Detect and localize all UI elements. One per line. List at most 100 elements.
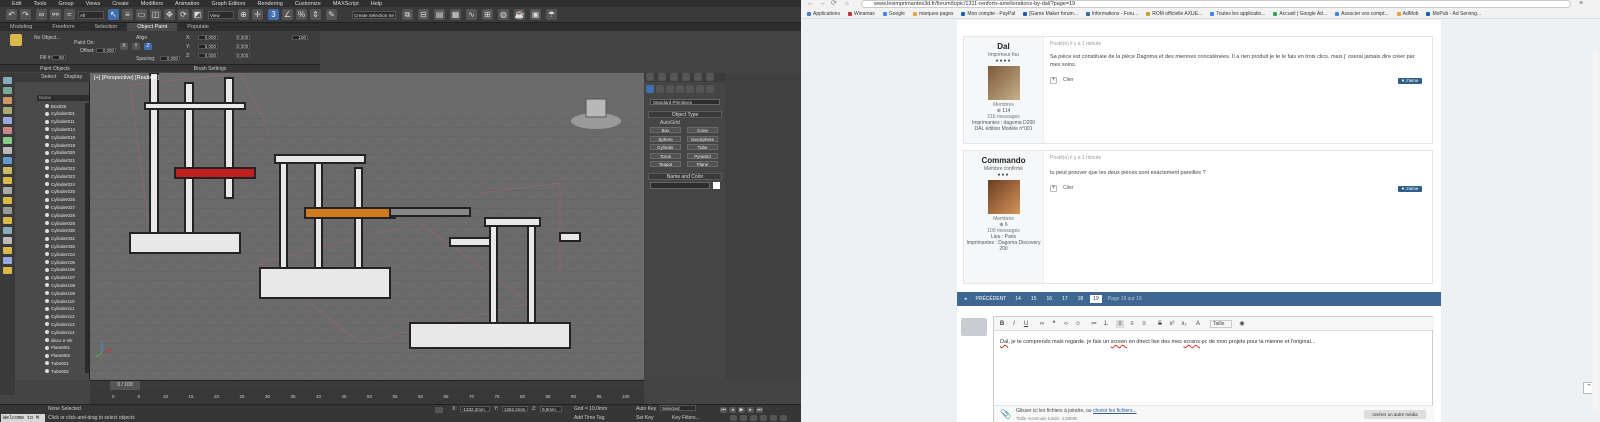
scene-object-row[interactable]: Cylinder011 <box>45 119 75 125</box>
font-size-dropdown[interactable]: Taille <box>1210 320 1232 328</box>
render-setup-icon[interactable]: ☕ <box>514 9 525 20</box>
bold-icon[interactable]: B <box>998 320 1006 328</box>
next-frame-icon[interactable]: ▸ <box>747 407 754 413</box>
like-button[interactable]: ♥ J'aime <box>1398 78 1422 84</box>
previous-page-button[interactable]: PRÉCÉDENT <box>973 295 1010 303</box>
menu-item-graph-editors[interactable]: Graph Editors <box>212 1 246 7</box>
offset-y-spinner[interactable]: 0,000 <box>198 44 218 49</box>
menu-item-edit[interactable]: Edit <box>12 1 21 7</box>
scale-spinner[interactable]: 100 <box>292 35 308 40</box>
primitive-tube-button[interactable]: Tube <box>687 144 718 150</box>
object-visibility-icon[interactable] <box>45 345 49 350</box>
object-visibility-icon[interactable] <box>45 361 49 366</box>
offset-spinner[interactable]: 0,000 <box>96 48 116 53</box>
subscript-icon[interactable]: x₂ <box>1180 320 1188 328</box>
object-visibility-icon[interactable] <box>45 283 49 288</box>
post-timestamp[interactable]: Posté(e) il y a 1 minute <box>1050 41 1101 47</box>
fill-spinner[interactable]: 50 <box>52 55 66 60</box>
page-link[interactable]: 16 <box>1043 295 1055 303</box>
align-icon[interactable]: ⊟ <box>418 9 429 20</box>
object-visibility-icon[interactable] <box>45 104 49 108</box>
modify-tab-icon[interactable] <box>658 73 666 81</box>
object-visibility-icon[interactable] <box>45 213 49 218</box>
groups-icon[interactable] <box>3 147 12 154</box>
material-editor-icon[interactable]: ◍ <box>498 9 509 20</box>
zoom-extents-icon[interactable] <box>750 415 757 421</box>
scene-object-row[interactable]: Cylinder024 <box>45 181 75 187</box>
scene-object-row[interactable]: Cylinder030 <box>45 228 75 234</box>
page-link[interactable]: 14 <box>1012 295 1024 303</box>
unlink-icon[interactable]: ⚯ <box>50 9 61 20</box>
maxscript-listener[interactable]: Welcome to M <box>1 414 45 422</box>
cameras-category-icon[interactable] <box>676 85 684 93</box>
scene-object-row[interactable]: Cylinder105 <box>45 259 75 265</box>
bookmark-item[interactable]: Applications <box>807 11 840 17</box>
scene-object-row[interactable]: Cylinder111 <box>45 306 74 312</box>
editor-text[interactable]: Dal, je te comprends mais regarde. je fa… <box>1000 339 1315 345</box>
primitive-cone-button[interactable]: Cone <box>687 127 718 133</box>
menu-item-tools[interactable]: Tools <box>33 1 46 7</box>
spacewarps-icon[interactable] <box>3 137 12 144</box>
scene-object-row[interactable]: Cylinder109 <box>45 290 75 296</box>
strikethrough-icon[interactable]: S <box>1156 320 1164 328</box>
bookmark-item[interactable]: Google <box>882 11 905 17</box>
author-avatar[interactable] <box>987 66 1020 100</box>
ribbon-tab-modeling[interactable]: Modeling <box>0 23 42 31</box>
ribbon-tab-object-paint[interactable]: Object Paint <box>127 23 178 31</box>
y-coordinate-field[interactable]: 1262,2mm <box>502 406 528 412</box>
set-key-button[interactable]: Set Key <box>636 415 654 421</box>
primitive-torus-button[interactable]: Torus <box>650 152 681 159</box>
ribbon-tab-populate[interactable]: Populate <box>177 23 219 31</box>
object-visibility-icon[interactable] <box>45 143 49 147</box>
name-color-rollout[interactable]: Name and Color <box>648 173 722 180</box>
menu-item-views[interactable]: Views <box>86 1 101 7</box>
select-menu[interactable]: Select <box>41 73 56 82</box>
selection-filter-dropdown[interactable]: All <box>78 11 104 19</box>
scene-object-row[interactable]: Cylinder014 <box>45 126 75 132</box>
scene-object-row[interactable]: Tube002 <box>45 368 69 374</box>
numbered-list-icon[interactable]: ⒈ <box>1102 320 1110 328</box>
ribbon-tab-freeform[interactable]: Freeform <box>42 23 84 31</box>
menu-item-maxscript[interactable]: MAXScript <box>333 1 359 7</box>
back-icon[interactable]: ← <box>807 0 814 7</box>
object-visibility-icon[interactable] <box>45 127 49 132</box>
object-visibility-icon[interactable] <box>45 275 49 280</box>
align-z-icon[interactable]: Z <box>144 43 152 50</box>
scene-object-row[interactable]: Plane001 <box>45 345 70 351</box>
primitive-plane-button[interactable]: Plane <box>687 161 718 167</box>
geometry-category-icon[interactable] <box>646 85 654 93</box>
bookmark-item[interactable]: Accueil | Google Ad... <box>1273 11 1327 17</box>
orbit-icon[interactable] <box>780 415 787 421</box>
spacewarps-category-icon[interactable] <box>696 85 704 93</box>
bookmark-item[interactable]: Informations - Foru... <box>1085 11 1138 17</box>
object-visibility-icon[interactable] <box>45 182 49 186</box>
page-info-dropdown[interactable]: Page 19 sur 19 <box>1105 295 1145 303</box>
lights-category-icon[interactable] <box>666 85 674 93</box>
scene-object-row[interactable]: Cylinder036 <box>45 243 75 249</box>
toggle-ribbon-icon[interactable]: ▦ <box>450 9 461 20</box>
bookmark-item[interactable]: [Game Maker forum... <box>1023 11 1078 17</box>
object-visibility-icon[interactable] <box>45 314 49 319</box>
scene-object-row[interactable]: disco e-ink <box>45 337 73 343</box>
scene-object-row[interactable]: Cylinder022 <box>45 165 75 171</box>
bookmark-item[interactable]: marques pages <box>912 11 953 17</box>
rotate-x-spinner[interactable]: 0,000 <box>236 35 250 40</box>
percent-snap-icon[interactable]: % <box>296 9 307 20</box>
text-color-icon[interactable]: A <box>1194 320 1202 328</box>
menu-item-modifiers[interactable]: Modifiers <box>141 1 163 7</box>
find-icon[interactable] <box>3 237 12 244</box>
primitive-cylinder-button[interactable]: Cylinder <box>650 144 681 150</box>
paint-brush-icon[interactable] <box>10 34 22 46</box>
schematic-view-icon[interactable]: ⊞ <box>482 9 493 20</box>
goto-start-icon[interactable]: ⏮ <box>720 407 727 413</box>
bookmark-item[interactable]: Mon compte - PayPal <box>961 11 1015 17</box>
object-visibility-icon[interactable] <box>45 353 49 358</box>
primitive-box-button[interactable]: Box <box>650 127 681 133</box>
superscript-icon[interactable]: x² <box>1168 320 1176 328</box>
code-icon[interactable]: ‹› <box>1062 320 1070 328</box>
underline-icon[interactable]: U <box>1022 320 1030 328</box>
object-visibility-icon[interactable] <box>45 260 49 264</box>
bookmark-item[interactable]: Associer vos compt... <box>1335 11 1389 17</box>
angle-snap-icon[interactable]: ∠ <box>282 9 293 20</box>
menu-icon[interactable]: ≡ <box>1579 0 1583 7</box>
